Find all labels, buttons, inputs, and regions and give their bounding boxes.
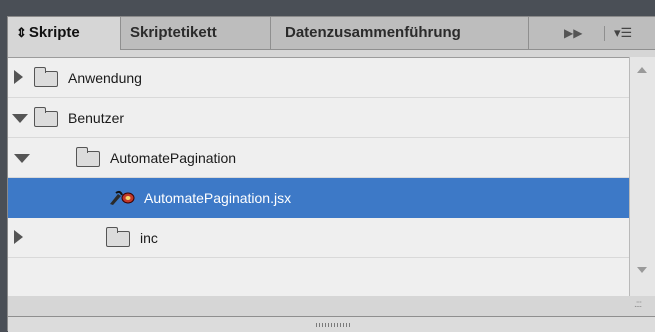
- tree-row-benutzer[interactable]: Benutzer: [8, 98, 629, 138]
- collapse-triangle-icon[interactable]: [12, 114, 28, 123]
- script-file-icon: [110, 190, 135, 205]
- expand-triangle-icon[interactable]: [14, 230, 23, 244]
- tab-divider: [604, 26, 605, 41]
- tab-scripts-label: Skripte: [28, 24, 80, 41]
- panel-menu-icon[interactable]: ▾☰: [614, 17, 632, 49]
- folder-icon: [34, 67, 58, 87]
- tab-scripts[interactable]: ⇕ Skripte: [8, 17, 121, 50]
- tree-row-automatepagination-folder[interactable]: AutomatePagination: [8, 138, 629, 178]
- scroll-up-arrow-icon[interactable]: [637, 67, 647, 73]
- tree-row-empty: [8, 258, 629, 298]
- tree-item-label: AutomatePagination: [110, 150, 237, 166]
- double-chevron-right-icon[interactable]: ▶▶: [564, 17, 582, 49]
- tree-item-label: inc: [140, 230, 158, 246]
- tree-item-label: Benutzer: [68, 110, 125, 126]
- expand-triangle-icon[interactable]: [14, 70, 23, 84]
- tree-row-anwendung[interactable]: Anwendung: [8, 58, 629, 98]
- folder-icon: [106, 227, 130, 247]
- tab-script-label[interactable]: Skriptetikett: [121, 17, 271, 49]
- folder-icon: [76, 147, 100, 167]
- folder-icon: [34, 107, 58, 127]
- scroll-down-arrow-icon[interactable]: [637, 267, 647, 273]
- up-down-arrows-icon: ⇕: [16, 25, 27, 40]
- tree-item-label: AutomatePagination.jsx: [144, 190, 292, 206]
- tree-row-inc[interactable]: inc: [8, 218, 629, 258]
- tab-script-label-label: Skriptetikett: [130, 24, 217, 41]
- drag-handle-icon[interactable]: [316, 323, 350, 327]
- resize-grip-icon[interactable]: .:::: [634, 299, 642, 310]
- script-tree: Anwendung Benutzer AutomatePagination Au…: [8, 57, 629, 296]
- panel-bottom-bar: [8, 316, 655, 332]
- scripts-panel: ⇕ Skripte Skriptetikett Datenzusammenführ…: [7, 16, 655, 332]
- tab-data-merge[interactable]: Datenzusammenführung: [271, 17, 529, 49]
- tree-item-label: Anwendung: [68, 70, 142, 86]
- tab-data-merge-label: Datenzusammenführung: [285, 24, 461, 41]
- collapse-triangle-icon[interactable]: [14, 154, 30, 163]
- tab-bar: ⇕ Skripte Skriptetikett Datenzusammenführ…: [8, 17, 655, 50]
- vertical-scrollbar[interactable]: [629, 57, 655, 296]
- tree-row-automatepagination-jsx[interactable]: AutomatePagination.jsx: [8, 178, 629, 218]
